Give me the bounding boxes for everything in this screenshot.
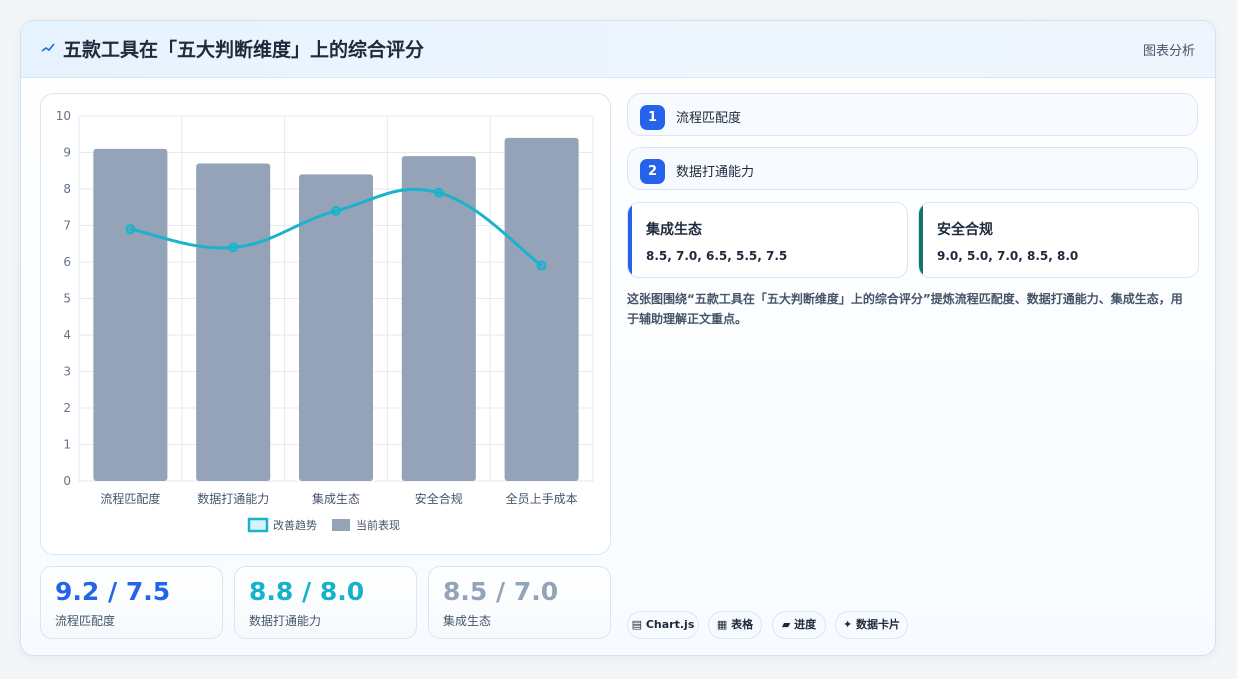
- chart-icon: ▤: [631, 618, 643, 631]
- sparkle-icon: ✦: [842, 618, 853, 631]
- mini-card-title: 安全合规: [937, 222, 993, 238]
- trend-point: [125, 224, 136, 235]
- accent-bar: [919, 203, 923, 277]
- page-title: 五款工具在「五大判断维度」上的综合评分: [63, 39, 425, 61]
- card-header: 五款工具在「五大判断维度」上的综合评分 图表分析: [21, 21, 1215, 78]
- legend-swatch: [247, 517, 269, 533]
- y-tick-label: 0: [63, 474, 71, 488]
- bar: [504, 137, 579, 481]
- y-tick-label: 2: [63, 401, 71, 415]
- dimension-number: 2: [640, 159, 665, 184]
- stat-label: 流程匹配度: [55, 614, 116, 628]
- stat-label: 集成生态: [443, 614, 492, 628]
- dimension-label: 数据打通能力: [676, 165, 755, 180]
- mini-card-title: 集成生态: [646, 222, 702, 238]
- table-icon: ▦: [716, 618, 728, 631]
- chart-description: 这张图围绕“五款工具在「五大判断维度」上的综合评分”提炼流程匹配度、数据打通能力…: [627, 292, 1183, 326]
- trend-point: [433, 187, 444, 198]
- y-tick-label: 9: [63, 146, 71, 160]
- x-tick-label: 集成生态: [312, 491, 360, 506]
- stat-value: 9.2 / 7.5: [55, 577, 171, 606]
- dimension-label: 流程匹配度: [676, 111, 742, 126]
- chip-label: 数据卡片: [856, 618, 901, 631]
- mini-card-values: 9.0, 5.0, 7.0, 8.5, 8.0: [937, 249, 1079, 263]
- chip-label: 进度: [794, 618, 817, 631]
- trend-point: [228, 242, 239, 253]
- stat-card: 9.2 / 7.5 流程匹配度: [40, 566, 223, 639]
- stat-value: 8.8 / 8.0: [249, 577, 365, 606]
- stat-card: 8.5 / 7.0 集成生态: [428, 566, 611, 639]
- stat-value: 8.5 / 7.0: [443, 577, 559, 606]
- stat-label: 数据打通能力: [249, 614, 322, 628]
- x-tick-label: 流程匹配度: [100, 491, 160, 506]
- legend-label: 改善趋势: [273, 518, 317, 532]
- chip-table[interactable]: ▦ 表格: [708, 611, 762, 639]
- score-chart: 0 1 2 3 4 5 6 7 8 9 10 流程匹配度 数据打通能力 集成生态 安全合规 全员上手成本改善趋…: [56, 109, 594, 533]
- mini-card-security: 安全合规 9.0, 5.0, 7.0, 8.5, 8.0: [918, 202, 1199, 278]
- x-tick-label: 数据打通能力: [197, 491, 269, 506]
- legend-swatch: [332, 519, 350, 531]
- chart-container: 0 1 2 3 4 5 6 7 8 9 10 流程匹配度 数据打通能力 集成生态 安全合规 全员上手成本改善趋…: [40, 93, 611, 555]
- y-tick-label: 8: [63, 182, 71, 196]
- y-tick-label: 3: [63, 365, 71, 379]
- trend-point: [331, 205, 341, 216]
- y-tick-label: 10: [56, 109, 71, 123]
- accent-bar: [628, 203, 632, 277]
- mini-card-values: 8.5, 7.0, 6.5, 5.5, 7.5: [646, 249, 788, 263]
- stat-cards: 9.2 / 7.5 流程匹配度 8.8 / 8.0 数据打通能力 8.5 / 7…: [40, 566, 612, 639]
- chip-data-card[interactable]: ✦ 数据卡片: [835, 611, 908, 639]
- mini-card-integration: 集成生态 8.5, 7.0, 6.5, 5.5, 7.5: [627, 202, 908, 278]
- bar: [93, 148, 168, 481]
- progress-icon: ▰: [781, 618, 791, 631]
- y-tick-label: 5: [63, 292, 71, 306]
- chip-progress[interactable]: ▰ 进度: [772, 611, 826, 639]
- chip-chartjs[interactable]: ▤ Chart.js: [627, 611, 699, 639]
- x-tick-label: 全员上手成本: [506, 491, 578, 506]
- y-tick-label: 1: [63, 438, 71, 452]
- bar: [196, 163, 271, 481]
- stat-card: 8.8 / 8.0 数据打通能力: [234, 566, 417, 639]
- header-tag: 图表分析: [1142, 44, 1195, 59]
- y-tick-label: 4: [63, 328, 71, 342]
- y-tick-label: 7: [63, 219, 71, 233]
- dimension-number: 1: [640, 105, 665, 130]
- legend-label: 当前表现: [356, 518, 400, 532]
- trend-point: [536, 260, 547, 271]
- dimension-item[interactable]: 1 流程匹配度: [627, 93, 1198, 136]
- main-card: 五款工具在「五大判断维度」上的综合评分 图表分析 0 1 2 3 4 5 6 7 8 9 10 流程匹…: [20, 20, 1216, 656]
- chip-label: 表格: [731, 618, 754, 631]
- dimension-item[interactable]: 2 数据打通能力: [627, 147, 1198, 190]
- chart-spark-icon: [41, 43, 55, 52]
- chip-label: Chart.js: [645, 618, 695, 631]
- x-tick-label: 安全合规: [415, 491, 463, 506]
- insight-panel: 1 流程匹配度 2 数据打通能力 集成生态 8.5, 7.0, 6.5, 5.5…: [627, 93, 1199, 639]
- y-tick-label: 6: [63, 255, 71, 269]
